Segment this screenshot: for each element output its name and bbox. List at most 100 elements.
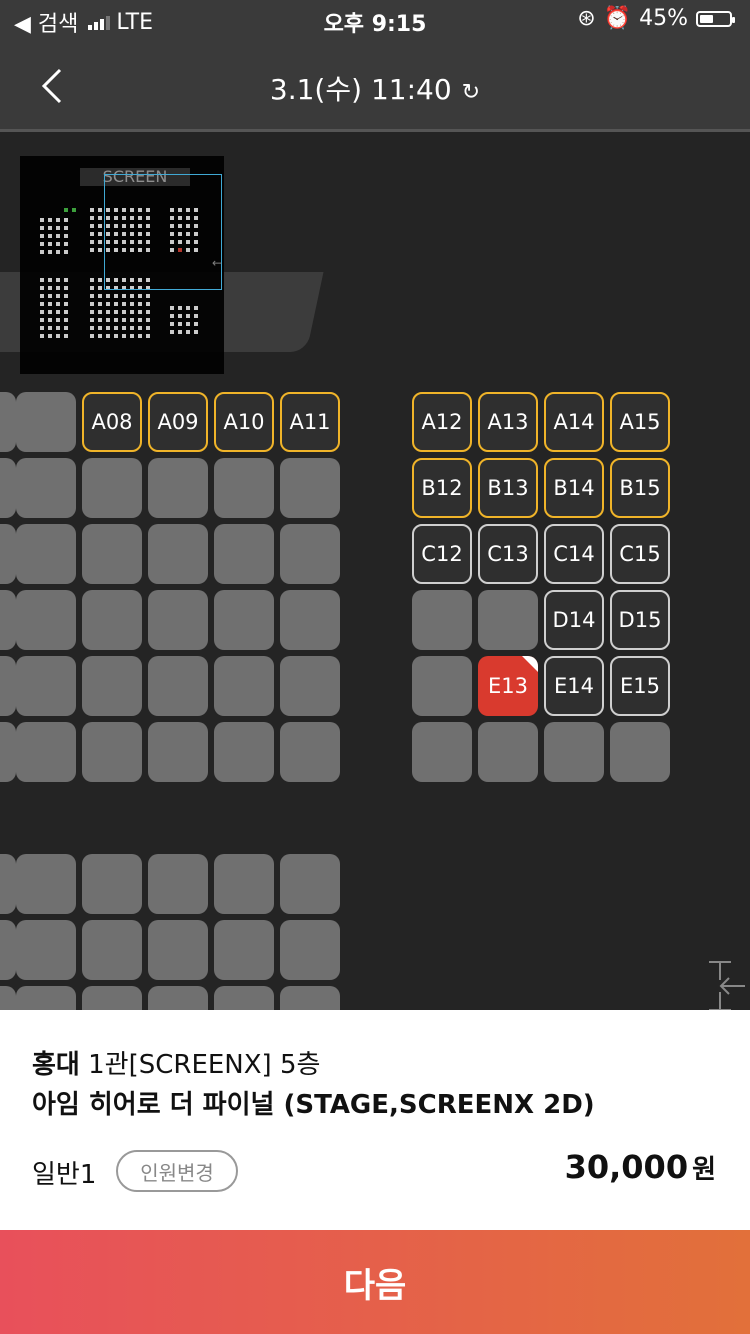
status-right: ⊛ ⏰ 45% xyxy=(577,6,735,31)
minimap-seat-dot xyxy=(64,294,68,298)
seat-unavailable xyxy=(148,656,208,716)
seat-E14[interactable]: E14 xyxy=(544,656,604,716)
seat-A10[interactable]: A10 xyxy=(214,392,274,452)
minimap-seat-dot xyxy=(40,218,44,222)
minimap-seat-dot xyxy=(130,318,134,322)
battery-percent: 45% xyxy=(639,6,688,31)
seat-C12[interactable]: C12 xyxy=(412,524,472,584)
minimap-seat-dot xyxy=(64,250,68,254)
minimap-viewport[interactable] xyxy=(104,174,222,290)
minimap-seat-dot xyxy=(48,218,52,222)
status-bar: ◀ 검색 LTE 오후 9:15 ⊛ ⏰ 45% xyxy=(0,0,750,40)
collapse-map-icon[interactable] xyxy=(705,960,745,1010)
seat-unavailable xyxy=(214,590,274,650)
seat-unavailable xyxy=(0,392,16,452)
seat-map[interactable]: SCREEN ← A08 A09 A10 A11 A12 A13 A14 A15 B12 B13 B… xyxy=(0,135,750,1010)
next-button[interactable]: 다음 xyxy=(0,1230,750,1334)
minimap-seat-dot xyxy=(64,318,68,322)
minimap-seat-dot xyxy=(56,294,60,298)
minimap-seat-dot xyxy=(64,208,68,212)
minimap-seat-dot xyxy=(194,306,198,310)
seat-unavailable xyxy=(16,524,76,584)
seat-A08[interactable]: A08 xyxy=(82,392,142,452)
change-audience-button[interactable]: 인원변경 xyxy=(116,1150,238,1192)
minimap-seat-dot xyxy=(56,318,60,322)
seat-D15[interactable]: D15 xyxy=(610,590,670,650)
seat-unavailable xyxy=(82,986,142,1010)
minimap-seat-dot xyxy=(98,294,102,298)
seat-unavailable xyxy=(82,590,142,650)
minimap-seat-dot xyxy=(48,326,52,330)
minimap-seat-dot xyxy=(122,294,126,298)
minimap-seat-dot xyxy=(64,234,68,238)
seat-unavailable xyxy=(0,986,16,1010)
minimap-seat-dot xyxy=(90,232,94,236)
minimap-seat-dot xyxy=(130,334,134,338)
minimap-seat-dot xyxy=(64,326,68,330)
minimap-seat-dot xyxy=(40,278,44,282)
seat-B15[interactable]: B15 xyxy=(610,458,670,518)
seat-B13[interactable]: B13 xyxy=(478,458,538,518)
showtime-title[interactable]: 3.1(수) 11:40 ↻ xyxy=(0,68,750,108)
minimap-seat-dot xyxy=(56,242,60,246)
minimap-seat-dot xyxy=(98,240,102,244)
minimap-seat-dot xyxy=(90,326,94,330)
seat-B14[interactable]: B14 xyxy=(544,458,604,518)
seat-unavailable xyxy=(280,920,340,980)
seat-C14[interactable]: C14 xyxy=(544,524,604,584)
minimap-seat-dot xyxy=(146,326,150,330)
seat-unavailable xyxy=(148,920,208,980)
seat-unavailable xyxy=(82,722,142,782)
minimap-seat-dot xyxy=(170,314,174,318)
seat-minimap[interactable]: SCREEN ← xyxy=(20,156,224,374)
minimap-seat-dot xyxy=(90,240,94,244)
refresh-icon[interactable]: ↻ xyxy=(462,80,480,105)
minimap-seat-dot xyxy=(98,334,102,338)
seat-unavailable xyxy=(148,722,208,782)
minimap-seat-dot xyxy=(72,208,76,212)
total-price: 30,000 원 xyxy=(565,1148,716,1186)
seat-A11[interactable]: A11 xyxy=(280,392,340,452)
seat-B12[interactable]: B12 xyxy=(412,458,472,518)
minimap-seat-dot xyxy=(56,218,60,222)
minimap-seat-dot xyxy=(56,278,60,282)
seat-unavailable xyxy=(16,458,76,518)
minimap-seat-dot xyxy=(48,310,52,314)
seat-E15[interactable]: E15 xyxy=(610,656,670,716)
minimap-seat-dot xyxy=(130,326,134,330)
seat-unavailable xyxy=(148,590,208,650)
minimap-seat-dot xyxy=(138,334,142,338)
seat-D14[interactable]: D14 xyxy=(544,590,604,650)
seat-unavailable xyxy=(16,590,76,650)
minimap-seat-dot xyxy=(130,294,134,298)
minimap-seat-dot xyxy=(56,326,60,330)
seat-E13[interactable]: E13 xyxy=(478,656,538,716)
minimap-seat-dot xyxy=(106,334,110,338)
seat-unavailable xyxy=(214,524,274,584)
minimap-seat-dot xyxy=(90,278,94,282)
minimap-seat-dot xyxy=(170,330,174,334)
seat-C15[interactable]: C15 xyxy=(610,524,670,584)
minimap-seat-dot xyxy=(40,242,44,246)
minimap-seat-dot xyxy=(98,310,102,314)
minimap-seat-dot xyxy=(186,306,190,310)
seat-A12[interactable]: A12 xyxy=(412,392,472,452)
seat-unavailable xyxy=(0,920,16,980)
minimap-seat-dot xyxy=(40,234,44,238)
minimap-seat-dot xyxy=(40,326,44,330)
minimap-seat-dot xyxy=(138,294,142,298)
seat-C13[interactable]: C13 xyxy=(478,524,538,584)
minimap-seat-dot xyxy=(130,302,134,306)
seat-unavailable xyxy=(280,854,340,914)
seat-unavailable xyxy=(610,722,670,782)
minimap-seat-dot xyxy=(90,248,94,252)
minimap-seat-dot xyxy=(56,226,60,230)
seat-unavailable xyxy=(82,458,142,518)
alarm-icon: ⏰ xyxy=(603,6,632,31)
seat-A15[interactable]: A15 xyxy=(610,392,670,452)
minimap-seat-dot xyxy=(98,216,102,220)
seat-A14[interactable]: A14 xyxy=(544,392,604,452)
seat-A13[interactable]: A13 xyxy=(478,392,538,452)
rotation-lock-icon: ⊛ xyxy=(577,6,596,31)
seat-A09[interactable]: A09 xyxy=(148,392,208,452)
